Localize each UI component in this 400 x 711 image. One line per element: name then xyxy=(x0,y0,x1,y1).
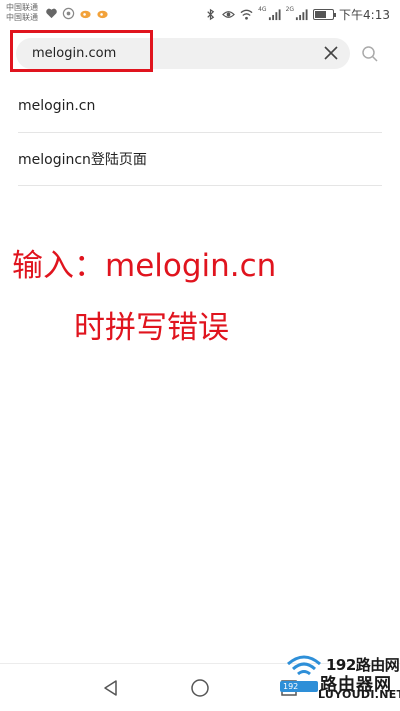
annotation-text-line2: 时拼写错误 xyxy=(74,310,229,346)
status-time: 下午4:13 xyxy=(339,8,390,22)
signal-icon-2 xyxy=(295,9,308,21)
network-type-1: 4G xyxy=(258,6,267,13)
weibo-icon xyxy=(80,10,91,19)
wifi-icon xyxy=(240,9,253,20)
weibo-icon-2 xyxy=(97,10,108,19)
battery-icon xyxy=(313,9,337,20)
watermark-url: LUYOUDI.NET xyxy=(318,688,400,701)
suggestion-item[interactable]: melogin.cn xyxy=(18,80,382,133)
battery-level xyxy=(315,11,327,18)
back-triangle-icon[interactable] xyxy=(99,676,123,700)
search-input[interactable] xyxy=(16,38,306,69)
watermark: 192路由网 路由器网 192 LUYOUDI.NET xyxy=(280,648,400,711)
search-field-container xyxy=(16,38,350,69)
suggestion-item[interactable]: melogincn登陆页面 xyxy=(18,133,382,186)
bluetooth-icon xyxy=(207,8,215,21)
system-status: 4G 2G 下午4:13 xyxy=(204,6,390,23)
suggestion-label: melogin.cn xyxy=(18,98,96,114)
notification-app-icon xyxy=(62,7,75,20)
suggestion-list: melogin.cn melogincn登陆页面 xyxy=(18,80,382,186)
home-circle-icon[interactable] xyxy=(188,676,212,700)
signal-icon-1 xyxy=(268,9,281,21)
watermark-ip-badge: 192 xyxy=(280,681,318,692)
carrier-info: 中国联通 中国联通 xyxy=(6,3,38,23)
wifi-logo-icon xyxy=(287,655,321,676)
suggestion-label: melogincn登陆页面 xyxy=(18,152,147,168)
annotation-text-line1: 输入：melogin.cn xyxy=(12,248,277,284)
network-type-2: 2G xyxy=(285,6,295,13)
carrier-1: 中国联通 xyxy=(6,3,38,12)
carrier-2: 中国联通 xyxy=(6,13,38,22)
status-bar: 中国联通 中国联通 4G 2G 下午4:13 xyxy=(0,0,400,28)
notification-icons xyxy=(45,7,109,20)
eye-comfort-icon xyxy=(222,11,236,18)
search-icon[interactable] xyxy=(360,44,380,64)
search-bar xyxy=(0,28,400,80)
clear-icon[interactable] xyxy=(322,44,340,62)
heart-icon xyxy=(46,8,57,19)
